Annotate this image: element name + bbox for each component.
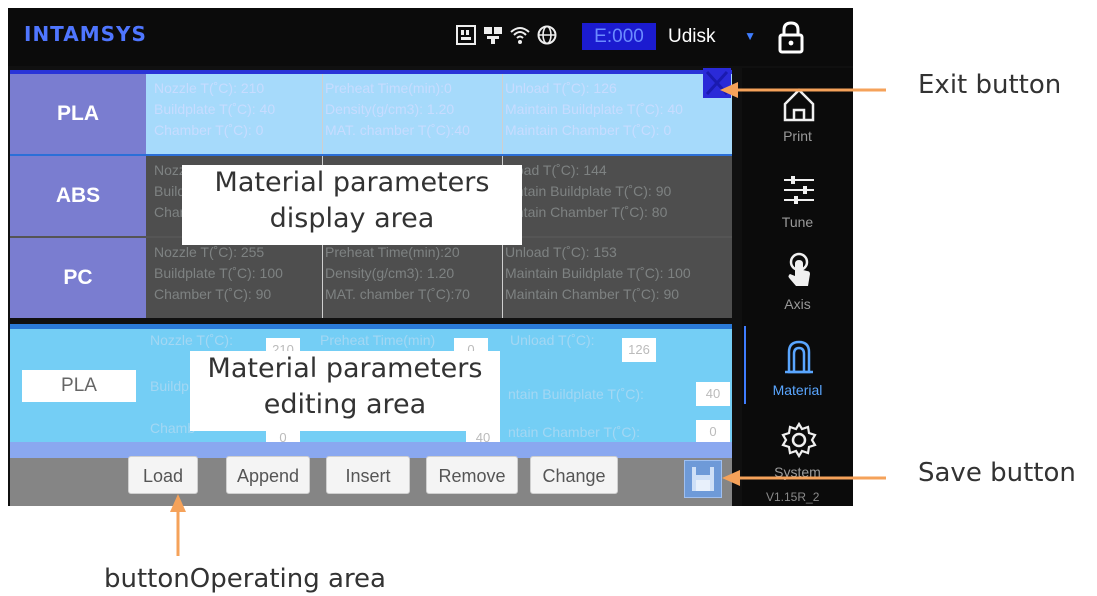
exit-button-callout: Exit button (918, 70, 1062, 100)
save-button-callout: Save button (918, 458, 1076, 488)
operating-area-callout: buttonOperating area (104, 564, 386, 594)
